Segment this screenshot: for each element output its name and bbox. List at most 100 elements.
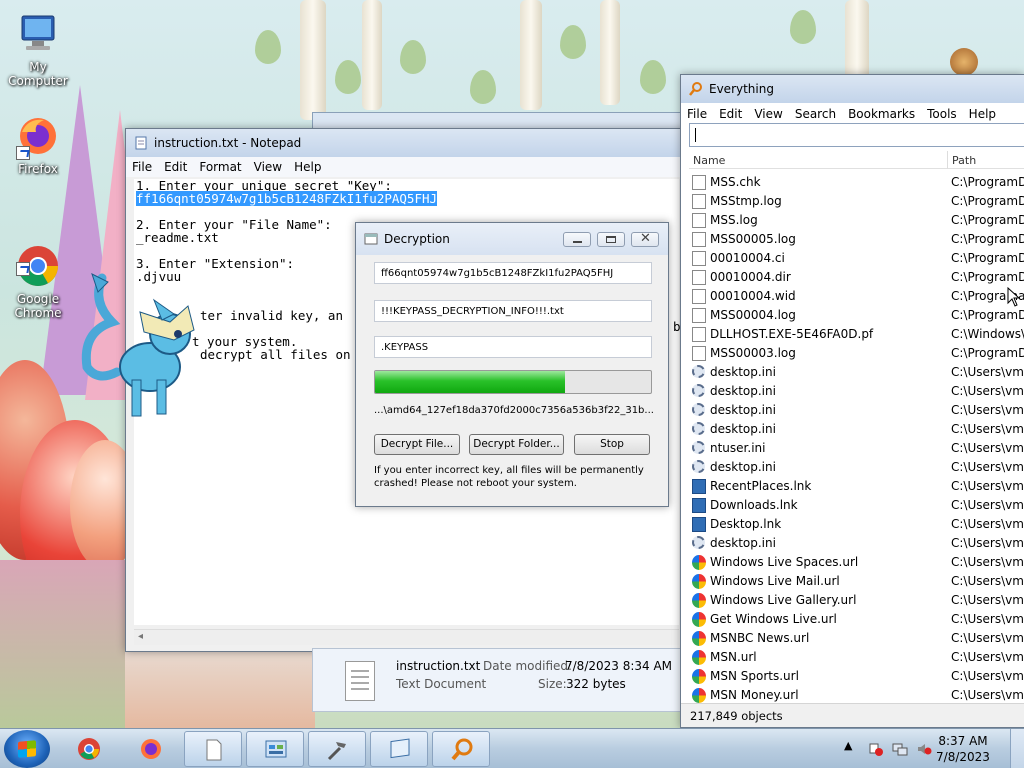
- column-header-name[interactable]: Name: [693, 154, 725, 167]
- filename-field[interactable]: !!!KEYPASS_DECRYPTION_INFO!!!.txt: [374, 300, 652, 322]
- result-name: Windows Live Mail.url: [710, 574, 840, 588]
- result-name: desktop.ini: [710, 536, 776, 550]
- result-row[interactable]: MSNBC News.url C:\Users\vm1\: [689, 629, 1024, 648]
- taskbar-dialog[interactable]: [370, 731, 428, 767]
- file-icon: [692, 194, 706, 209]
- menu-tools[interactable]: Tools: [921, 107, 963, 121]
- result-path: C:\Users\vm1\: [951, 479, 1024, 493]
- menu-help[interactable]: Help: [963, 107, 1002, 121]
- wallpaper-tree: [845, 0, 869, 80]
- result-row[interactable]: DLLHOST.EXE-5E46FA0D.pf C:\Windows\P: [689, 325, 1024, 344]
- result-row[interactable]: desktop.ini C:\Users\vm1\: [689, 382, 1024, 401]
- desktop-icon-my-computer[interactable]: My Computer: [0, 10, 76, 88]
- details-modified-label: Date modified:: [483, 659, 573, 673]
- menu-edit[interactable]: Edit: [158, 160, 193, 174]
- result-row[interactable]: ntuser.ini C:\Users\vm1: [689, 439, 1024, 458]
- result-path: C:\Users\vm1\: [951, 498, 1024, 512]
- result-row[interactable]: Windows Live Mail.url C:\Users\vm1\: [689, 572, 1024, 591]
- menu-help[interactable]: Help: [288, 160, 327, 174]
- internet-shortcut-icon: [692, 612, 706, 627]
- everything-titlebar[interactable]: Everything: [681, 75, 1024, 103]
- result-path: C:\Users\vm1\: [951, 422, 1024, 436]
- taskbar-notepad[interactable]: [184, 731, 242, 767]
- result-row[interactable]: MSS00004.log C:\ProgramDa: [689, 306, 1024, 325]
- result-path: C:\ProgramDa: [951, 213, 1024, 227]
- decryption-dialog[interactable]: Decryption ✕ ff66qnt05974w7g1b5cB1248FZk…: [355, 222, 669, 507]
- start-button[interactable]: [4, 730, 50, 768]
- result-row[interactable]: MSS.chk C:\ProgramDa: [689, 173, 1024, 192]
- result-row[interactable]: 00010004.dir C:\ProgramDa: [689, 268, 1024, 287]
- wallpaper-owl: [950, 48, 978, 76]
- result-name: MSS00005.log: [710, 232, 796, 246]
- menu-bookmarks[interactable]: Bookmarks: [842, 107, 921, 121]
- action-center-icon[interactable]: [868, 741, 884, 757]
- extension-field[interactable]: .KEYPASS: [374, 336, 652, 358]
- wallpaper-ground: [125, 652, 315, 728]
- window-icon: [364, 233, 378, 245]
- everything-window[interactable]: Everything File Edit View Search Bookmar…: [680, 74, 1024, 728]
- menu-search[interactable]: Search: [789, 107, 842, 121]
- minimize-button[interactable]: [563, 232, 591, 247]
- result-row[interactable]: desktop.ini C:\Users\vm1\: [689, 458, 1024, 477]
- internet-shortcut-icon: [692, 669, 706, 684]
- menu-format[interactable]: Format: [193, 160, 247, 174]
- menu-view[interactable]: View: [748, 107, 788, 121]
- clock[interactable]: 8:37 AM 7/8/2023: [926, 733, 1000, 765]
- result-row[interactable]: MSS.log C:\ProgramDa: [689, 211, 1024, 230]
- result-row[interactable]: desktop.ini C:\Users\vm1\: [689, 363, 1024, 382]
- result-row[interactable]: desktop.ini C:\Users\vm1\: [689, 534, 1024, 553]
- result-row[interactable]: RecentPlaces.lnk C:\Users\vm1\: [689, 477, 1024, 496]
- taskbar-control-panel[interactable]: [246, 731, 304, 767]
- decrypt-file-button[interactable]: Decrypt File...: [374, 434, 460, 455]
- desktop-icon-firefox[interactable]: Firefox: [0, 112, 76, 176]
- result-row[interactable]: Windows Live Gallery.url C:\Users\vm1\: [689, 591, 1024, 610]
- wallpaper-tree: [300, 0, 326, 120]
- result-row[interactable]: MSS00003.log C:\ProgramDa: [689, 344, 1024, 363]
- show-hidden-icons-icon[interactable]: ▲: [844, 739, 860, 755]
- wallpaper-leaf: [790, 10, 816, 44]
- taskbar-chrome[interactable]: [60, 731, 118, 767]
- result-name: Downloads.lnk: [710, 498, 798, 512]
- maximize-button[interactable]: [597, 232, 625, 247]
- menu-file[interactable]: File: [126, 160, 158, 174]
- result-row[interactable]: MSN Sports.url C:\Users\vm1\: [689, 667, 1024, 686]
- file-icon: [692, 346, 706, 361]
- taskbar-firefox[interactable]: [122, 731, 180, 767]
- results-list: MSS.chk C:\ProgramDa MSStmp.log C:\ProgramD…: [689, 173, 1024, 705]
- search-input[interactable]: [689, 123, 1024, 147]
- result-row[interactable]: Downloads.lnk C:\Users\vm1\: [689, 496, 1024, 515]
- result-row[interactable]: MSN.url C:\Users\vm1\: [689, 648, 1024, 667]
- settings-file-icon: [692, 365, 705, 378]
- result-name: 00010004.ci: [710, 251, 785, 265]
- result-row[interactable]: Windows Live Spaces.url C:\Users\vm1\: [689, 553, 1024, 572]
- result-row[interactable]: desktop.ini C:\Users\vm1\: [689, 401, 1024, 420]
- result-row[interactable]: MSStmp.log C:\ProgramDa: [689, 192, 1024, 211]
- stop-button[interactable]: Stop: [574, 434, 650, 455]
- network-icon[interactable]: [892, 741, 908, 757]
- show-desktop-button[interactable]: [1010, 729, 1024, 768]
- desktop-icon-label: Firefox: [18, 162, 58, 176]
- column-header-path[interactable]: Path: [947, 151, 976, 169]
- menu-file[interactable]: File: [681, 107, 713, 121]
- result-row[interactable]: MSS00005.log C:\ProgramDa: [689, 230, 1024, 249]
- result-row[interactable]: Get Windows Live.url C:\Users\vm1\: [689, 610, 1024, 629]
- decrypt-folder-button[interactable]: Decrypt Folder...: [469, 434, 564, 455]
- close-button[interactable]: ✕: [631, 231, 659, 247]
- scroll-left-arrow-icon[interactable]: ◂: [138, 631, 143, 642]
- result-row[interactable]: desktop.ini C:\Users\vm1\: [689, 420, 1024, 439]
- result-row[interactable]: Desktop.lnk C:\Users\vm1\: [689, 515, 1024, 534]
- taskbar-everything[interactable]: [432, 731, 490, 767]
- taskbar-tools[interactable]: [308, 731, 366, 767]
- menu-view[interactable]: View: [248, 160, 288, 174]
- result-name: MSS00004.log: [710, 308, 796, 322]
- key-field[interactable]: ff66qnt05974w7g1b5cB1248FZkI1fu2PAQ5FHJ: [374, 262, 652, 284]
- menu-edit[interactable]: Edit: [713, 107, 748, 121]
- file-icon: [692, 270, 706, 285]
- chrome-icon: [14, 228, 62, 286]
- result-row[interactable]: 00010004.ci C:\ProgramDa: [689, 249, 1024, 268]
- result-name: ntuser.ini: [710, 441, 766, 455]
- result-row[interactable]: 00010004.wid C:\Programa: [689, 287, 1024, 306]
- result-name: desktop.ini: [710, 403, 776, 417]
- horizontal-scrollbar[interactable]: ◂: [134, 629, 679, 645]
- notepad-titlebar[interactable]: instruction.txt - Notepad: [126, 129, 684, 157]
